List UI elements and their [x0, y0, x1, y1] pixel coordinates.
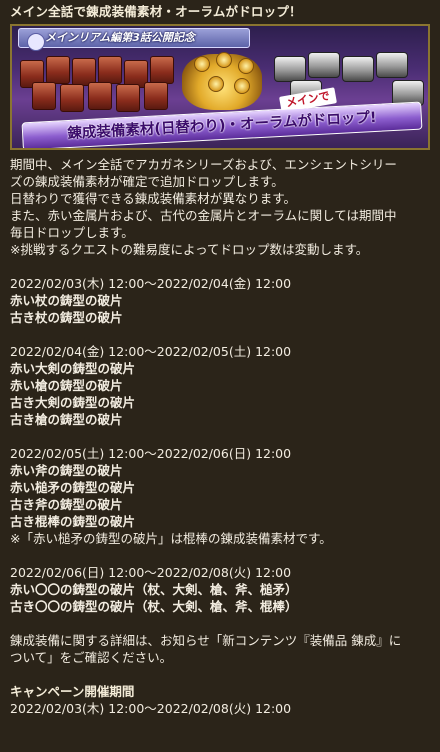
drop-item: 赤い杖の鋳型の破片 — [10, 293, 123, 308]
campaign-block: キャンペーン開催期間 2022/02/03(木) 12:00～2022/02/0… — [10, 683, 430, 717]
details-paragraph: 錬成装備に関する詳細は、お知らせ「新コンテンツ『装備品 錬成』に ついて」をご確… — [10, 632, 430, 666]
schedule-block: 2022/02/04(金) 12:00～2022/02/05(土) 12:00 … — [10, 343, 430, 428]
details-line: 錬成装備に関する詳細は、お知らせ「新コンテンツ『装備品 錬成』に — [10, 633, 402, 648]
details-line: ついて」をご確認ください。 — [10, 650, 173, 665]
ancient-ore-icon — [376, 52, 408, 78]
drop-item: 古き棍棒の鋳型の破片 — [10, 514, 136, 529]
intro-line: 毎日ドロップします。 — [10, 225, 134, 240]
intro-line: ※挑戦するクエストの難易度によってドロップ数は変動します。 — [10, 242, 369, 257]
schedule-period: 2022/02/03(木) 12:00～2022/02/04(金) 12:00 — [10, 276, 292, 291]
drop-item: 赤い槌矛の鋳型の破片 — [10, 480, 136, 495]
drop-item: 古き斧の鋳型の破片 — [10, 497, 123, 512]
intro-line: 日替わりで獲得できる錬成装備素材が異なります。 — [10, 191, 297, 206]
notice-title: メイン全話で錬成装備素材・オーラムがドロップ！ — [10, 4, 302, 19]
coin-icon — [208, 76, 224, 92]
coin-icon — [216, 52, 232, 68]
schedule-period: 2022/02/05(土) 12:00～2022/02/06(日) 12:00 — [10, 446, 292, 461]
drop-item: 古き大剣の鋳型の破片 — [10, 395, 136, 410]
coin-icon — [194, 56, 210, 72]
ancient-ore-icon — [342, 56, 374, 82]
schedule-note: ※「赤い槌矛の鋳型の破片」は棍棒の錬成装備素材です。 — [10, 531, 332, 546]
schedule-period: 2022/02/06(日) 12:00～2022/02/08(火) 12:00 — [10, 565, 292, 580]
red-ingot-icon — [60, 84, 84, 112]
red-ingot-icon — [98, 56, 122, 84]
ancient-ore-icon — [308, 52, 340, 78]
ancient-ore-icon — [274, 56, 306, 82]
event-banner: メインリアム編第3話公開記念 メインで 錬成装備素材(日替わり)・オーラムがドロ… — [10, 24, 430, 150]
banner-ribbon-text: メインリアム編第3話公開記念 — [45, 31, 195, 44]
schedule-period: 2022/02/04(金) 12:00～2022/02/05(土) 12:00 — [10, 344, 292, 359]
red-ingot-icon — [88, 82, 112, 110]
intro-paragraph: 期間中、メイン全話でアカガネシリーズおよび、エンシェントシリー ズの錬成装備素材… — [10, 156, 430, 258]
campaign-label: キャンペーン開催期間 — [10, 684, 135, 699]
drop-item: 赤い斧の鋳型の破片 — [10, 463, 123, 478]
schedule-block: 2022/02/05(土) 12:00～2022/02/06(日) 12:00 … — [10, 445, 430, 547]
red-ingot-icon — [32, 82, 56, 110]
red-ingot-icon — [150, 56, 174, 84]
schedule-block: 2022/02/03(木) 12:00～2022/02/04(金) 12:00 … — [10, 275, 430, 326]
coin-icon — [238, 58, 254, 74]
drop-item: 古き槍の鋳型の破片 — [10, 412, 123, 427]
red-ingot-icon — [116, 84, 140, 112]
banner-ribbon: メインリアム編第3話公開記念 — [18, 28, 250, 51]
drop-item: 赤い槍の鋳型の破片 — [10, 378, 123, 393]
schedule-block: 2022/02/06(日) 12:00～2022/02/08(火) 12:00 … — [10, 564, 430, 615]
notice-body: 期間中、メイン全話でアカガネシリーズおよび、エンシェントシリー ズの錬成装備素材… — [10, 156, 430, 717]
campaign-period: 2022/02/03(木) 12:00～2022/02/08(火) 12:00 — [10, 701, 292, 716]
drop-item: 赤い大剣の鋳型の破片 — [10, 361, 136, 376]
notice-page: メイン全話で錬成装備素材・オーラムがドロップ！ メインリアム編第3話公開記念 メ… — [0, 0, 440, 752]
intro-line: 期間中、メイン全話でアカガネシリーズおよび、エンシェントシリー — [10, 157, 397, 172]
drop-item: 赤い〇〇の鋳型の破片（杖、大剣、槍、斧、槌矛） — [10, 582, 298, 597]
intro-line: ズの錬成装備素材が確定で追加ドロップします。 — [10, 174, 284, 189]
coin-icon — [234, 78, 250, 94]
red-ingot-icon — [144, 82, 168, 110]
drop-item: 古き〇〇の鋳型の破片（杖、大剣、槍、斧、棍棒） — [10, 599, 298, 614]
intro-line: また、赤い金属片および、古代の金属片とオーラムに関しては期間中 — [10, 208, 397, 223]
red-ingot-icon — [46, 56, 70, 84]
drop-item: 古き杖の鋳型の破片 — [10, 310, 123, 325]
crest-icon — [27, 33, 45, 51]
